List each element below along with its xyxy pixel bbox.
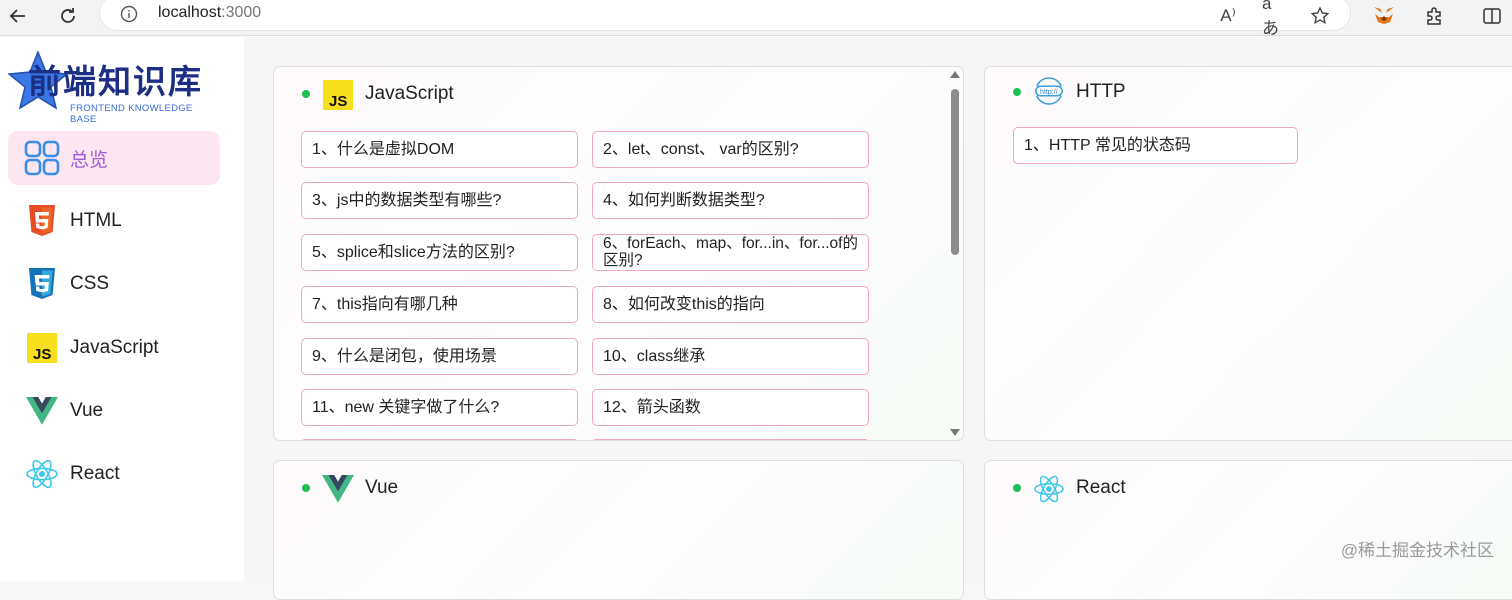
back-icon[interactable] — [6, 4, 30, 28]
sidebar-item-react[interactable]: React — [8, 447, 220, 501]
watermark: @稀土掘金技术社区 — [1341, 536, 1494, 561]
card-title: Vue — [365, 477, 398, 499]
card-title: React — [1076, 477, 1126, 499]
grid-icon — [24, 140, 60, 176]
sidebar-item-label: Vue — [70, 400, 103, 422]
info-icon[interactable] — [120, 5, 138, 28]
card-header: http:// HTTP — [985, 67, 1512, 121]
question-item[interactable]: 9、什么是闭包，使用场景 — [301, 338, 578, 375]
svg-text:JS: JS — [329, 93, 347, 110]
url-port: :3000 — [221, 4, 261, 21]
card-react: React — [984, 460, 1512, 600]
card-header: Vue — [274, 461, 963, 515]
question-item[interactable]: 8、如何改变this的指向 — [592, 286, 869, 323]
svg-text:JS: JS — [33, 346, 51, 363]
status-dot — [1013, 484, 1021, 492]
translate-label: aあ — [1262, 0, 1286, 39]
scroll-up-icon[interactable] — [950, 71, 960, 78]
html5-icon — [24, 203, 60, 239]
react-icon — [24, 456, 60, 492]
vue-icon — [24, 393, 60, 429]
scrollbar[interactable] — [947, 67, 963, 440]
question-item[interactable]: 11、new 关键字做了什么? — [301, 389, 578, 426]
logo[interactable]: 前端知识库 FRONTEND KNOWLEDGE BASE — [8, 51, 220, 121]
sidebar-item-label: React — [70, 463, 120, 485]
split-view-icon[interactable] — [1480, 4, 1504, 28]
card-header: JS JavaScript — [274, 67, 963, 121]
http-icon: http:// — [1033, 75, 1065, 107]
question-item[interactable]: 4、如何判断数据类型? — [592, 182, 869, 219]
card-http: http:// HTTP 1、HTTP 常见的状态码 — [984, 66, 1512, 441]
card-vue: Vue — [273, 460, 964, 600]
url-host: localhost — [158, 4, 221, 21]
question-item[interactable]: 6、forEach、map、for...in、for...of的区别? — [592, 234, 869, 271]
question-item[interactable]: 3、js中的数据类型有哪些? — [301, 182, 578, 219]
browser-toolbar: localhost:3000 A⁾ aあ — [0, 0, 1512, 36]
question-item[interactable]: 7、this指向有哪几种 — [301, 286, 578, 323]
question-item-partial[interactable] — [592, 439, 869, 441]
scroll-down-icon[interactable] — [950, 429, 960, 436]
card-title: JavaScript — [365, 83, 454, 105]
sidebar-item-overview[interactable]: 总览 — [8, 131, 220, 185]
card-title: HTTP — [1076, 81, 1126, 103]
card-header: React — [985, 461, 1512, 515]
logo-title: 前端知识库 — [28, 55, 203, 103]
question-item[interactable]: 10、class继承 — [592, 338, 869, 375]
question-item[interactable]: 12、箭头函数 — [592, 389, 869, 426]
sidebar-item-label: JavaScript — [70, 337, 159, 359]
status-dot — [1013, 88, 1021, 96]
favorite-star-icon[interactable] — [1308, 4, 1332, 28]
sidebar-item-label: CSS — [70, 273, 109, 295]
question-item[interactable]: 1、HTTP 常见的状态码 — [1013, 127, 1298, 164]
question-item-partial[interactable] — [301, 439, 578, 441]
sidebar-item-javascript[interactable]: JS JavaScript — [8, 321, 220, 375]
address-bar[interactable]: localhost:3000 — [100, 0, 1350, 30]
url-text[interactable]: localhost:3000 — [158, 4, 261, 22]
scrollbar-thumb[interactable] — [951, 89, 959, 255]
status-dot — [302, 484, 310, 492]
react-icon — [1033, 473, 1065, 505]
svg-text:http://: http:// — [1040, 89, 1058, 96]
metamask-fox-icon[interactable] — [1372, 4, 1396, 28]
extensions-icon[interactable] — [1422, 4, 1446, 28]
javascript-icon: JS — [24, 330, 60, 366]
main-content: JS JavaScript 1、什么是虚拟DOM 2、let、const、 va… — [244, 37, 1512, 581]
read-aloud-icon[interactable]: A⁾ — [1216, 4, 1240, 28]
vue-icon — [322, 473, 354, 505]
card-javascript: JS JavaScript 1、什么是虚拟DOM 2、let、const、 va… — [273, 66, 964, 441]
question-item[interactable]: 2、let、const、 var的区别? — [592, 131, 869, 168]
question-item[interactable]: 5、splice和slice方法的区别? — [301, 234, 578, 271]
read-aloud-label: A⁾ — [1220, 6, 1236, 26]
logo-subtitle: FRONTEND KNOWLEDGE BASE — [70, 103, 220, 125]
sidebar-item-label: HTML — [70, 210, 122, 232]
status-dot — [302, 90, 310, 98]
sidebar-item-label: 总览 — [70, 145, 108, 172]
sidebar: 前端知识库 FRONTEND KNOWLEDGE BASE 总览 HTML CS… — [0, 37, 244, 581]
sidebar-item-vue[interactable]: Vue — [8, 384, 220, 438]
javascript-icon: JS — [322, 79, 354, 111]
sidebar-item-css[interactable]: CSS — [8, 257, 220, 311]
question-item[interactable]: 1、什么是虚拟DOM — [301, 131, 578, 168]
sidebar-item-html[interactable]: HTML — [8, 194, 220, 248]
css3-icon — [24, 266, 60, 302]
refresh-icon[interactable] — [56, 4, 80, 28]
translate-icon[interactable]: aあ — [1262, 4, 1286, 28]
